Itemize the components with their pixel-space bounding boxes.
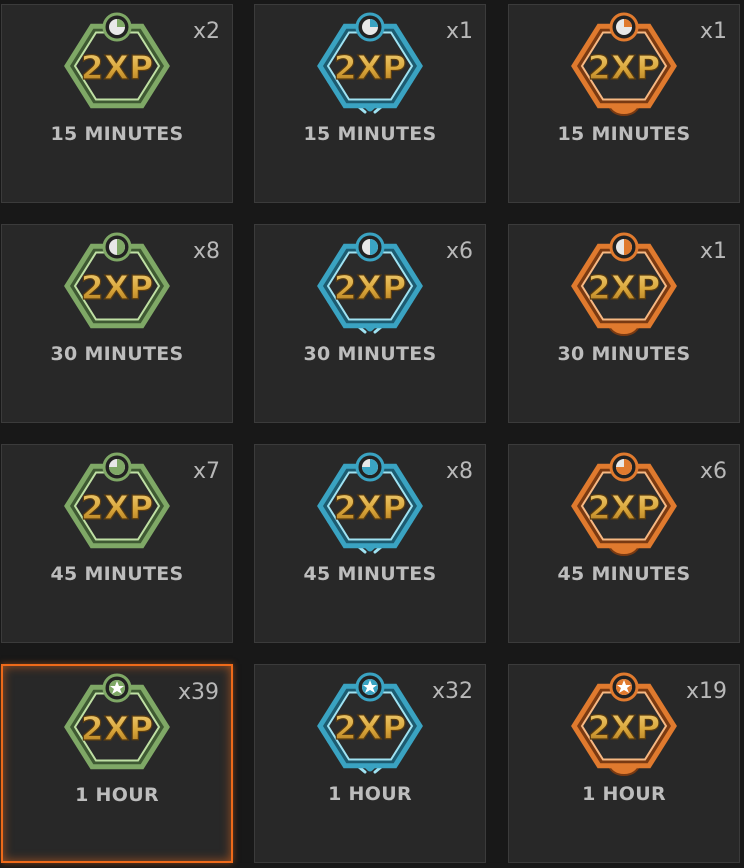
badge-2xp-label: 2XP: [334, 488, 407, 527]
token-tile-3[interactable]: 2XP x8 30 MINUTES: [1, 224, 233, 423]
token-badge: 2XP: [64, 232, 170, 329]
token-badge: 2XP: [64, 673, 170, 770]
badge-2xp-label: 2XP: [334, 48, 407, 87]
badge-2xp-label: 2XP: [81, 48, 154, 87]
token-badge-icon: 2XP: [571, 452, 677, 556]
token-count: x6: [445, 239, 473, 264]
token-badge-icon: 2XP: [317, 232, 423, 334]
token-tile-6[interactable]: 2XP x7 45 MINUTES: [1, 444, 233, 643]
badge-2xp-label: 2XP: [334, 268, 407, 307]
timer-star-icon: [109, 680, 125, 696]
timer-star-icon: [616, 679, 632, 695]
token-badge-icon: 2XP: [317, 672, 423, 774]
badge-2xp-label: 2XP: [588, 708, 661, 747]
timer-threequarter-icon: [362, 459, 378, 475]
token-count: x39: [177, 680, 219, 705]
token-duration: 30 MINUTES: [303, 343, 437, 365]
token-duration: 15 MINUTES: [50, 123, 184, 145]
token-badge-icon: 2XP: [317, 12, 423, 114]
timer-quarter-icon: [362, 19, 378, 35]
timer-threequarter-icon: [616, 459, 632, 475]
token-badge: 2XP: [571, 452, 677, 556]
token-count: x1: [445, 19, 473, 44]
token-badge-icon: 2XP: [317, 452, 423, 554]
token-badge: 2XP: [571, 672, 677, 776]
token-duration: 1 HOUR: [328, 783, 412, 805]
token-duration: 1 HOUR: [75, 784, 159, 806]
token-badge: 2XP: [571, 12, 677, 116]
badge-2xp-label: 2XP: [334, 708, 407, 747]
token-duration: 45 MINUTES: [557, 563, 691, 585]
token-tile-11[interactable]: 2XP x19 1 HOUR: [508, 664, 740, 863]
timer-quarter-icon: [109, 19, 125, 35]
token-count: x8: [445, 459, 473, 484]
timer-quarter-icon: [616, 19, 632, 35]
xp-token-grid: 2XP x2 15 MINUTES 2XP x1 15 MINUTES 2XP x1 15 …: [0, 0, 744, 868]
token-count: x1: [699, 239, 727, 264]
timer-half-icon: [616, 239, 632, 255]
token-tile-1[interactable]: 2XP x1 15 MINUTES: [254, 4, 486, 203]
token-badge-icon: 2XP: [64, 452, 170, 549]
token-badge: 2XP: [317, 12, 423, 114]
token-badge-icon: 2XP: [64, 673, 170, 770]
token-badge: 2XP: [317, 672, 423, 774]
token-badge: 2XP: [317, 232, 423, 334]
token-badge-icon: 2XP: [571, 672, 677, 776]
token-duration: 30 MINUTES: [557, 343, 691, 365]
token-duration: 15 MINUTES: [303, 123, 437, 145]
token-badge: 2XP: [571, 232, 677, 336]
badge-2xp-label: 2XP: [588, 268, 661, 307]
timer-star-icon: [362, 679, 378, 695]
token-badge-icon: 2XP: [64, 12, 170, 109]
token-duration: 1 HOUR: [582, 783, 666, 805]
token-duration: 45 MINUTES: [50, 563, 184, 585]
token-tile-10[interactable]: 2XP x32 1 HOUR: [254, 664, 486, 863]
badge-2xp-label: 2XP: [588, 488, 661, 527]
badge-2xp-label: 2XP: [81, 268, 154, 307]
token-duration: 30 MINUTES: [50, 343, 184, 365]
token-badge-icon: 2XP: [571, 232, 677, 336]
token-badge-icon: 2XP: [571, 12, 677, 116]
token-count: x1: [699, 19, 727, 44]
token-count: x2: [192, 19, 220, 44]
timer-threequarter-icon: [109, 459, 125, 475]
token-badge-icon: 2XP: [64, 232, 170, 329]
token-count: x8: [192, 239, 220, 264]
token-tile-0[interactable]: 2XP x2 15 MINUTES: [1, 4, 233, 203]
token-tile-8[interactable]: 2XP x6 45 MINUTES: [508, 444, 740, 643]
token-badge: 2XP: [317, 452, 423, 554]
token-count: x19: [685, 679, 727, 704]
token-tile-9[interactable]: 2XP x39 1 HOUR: [1, 664, 233, 863]
badge-2xp-label: 2XP: [81, 709, 154, 748]
token-tile-7[interactable]: 2XP x8 45 MINUTES: [254, 444, 486, 643]
token-count: x6: [699, 459, 727, 484]
token-tile-4[interactable]: 2XP x6 30 MINUTES: [254, 224, 486, 423]
token-duration: 45 MINUTES: [303, 563, 437, 585]
badge-2xp-label: 2XP: [81, 488, 154, 527]
token-badge: 2XP: [64, 12, 170, 109]
token-tile-5[interactable]: 2XP x1 30 MINUTES: [508, 224, 740, 423]
timer-half-icon: [362, 239, 378, 255]
token-count: x7: [192, 459, 220, 484]
timer-half-icon: [109, 239, 125, 255]
token-count: x32: [431, 679, 473, 704]
badge-2xp-label: 2XP: [588, 48, 661, 87]
token-tile-2[interactable]: 2XP x1 15 MINUTES: [508, 4, 740, 203]
token-duration: 15 MINUTES: [557, 123, 691, 145]
token-badge: 2XP: [64, 452, 170, 549]
